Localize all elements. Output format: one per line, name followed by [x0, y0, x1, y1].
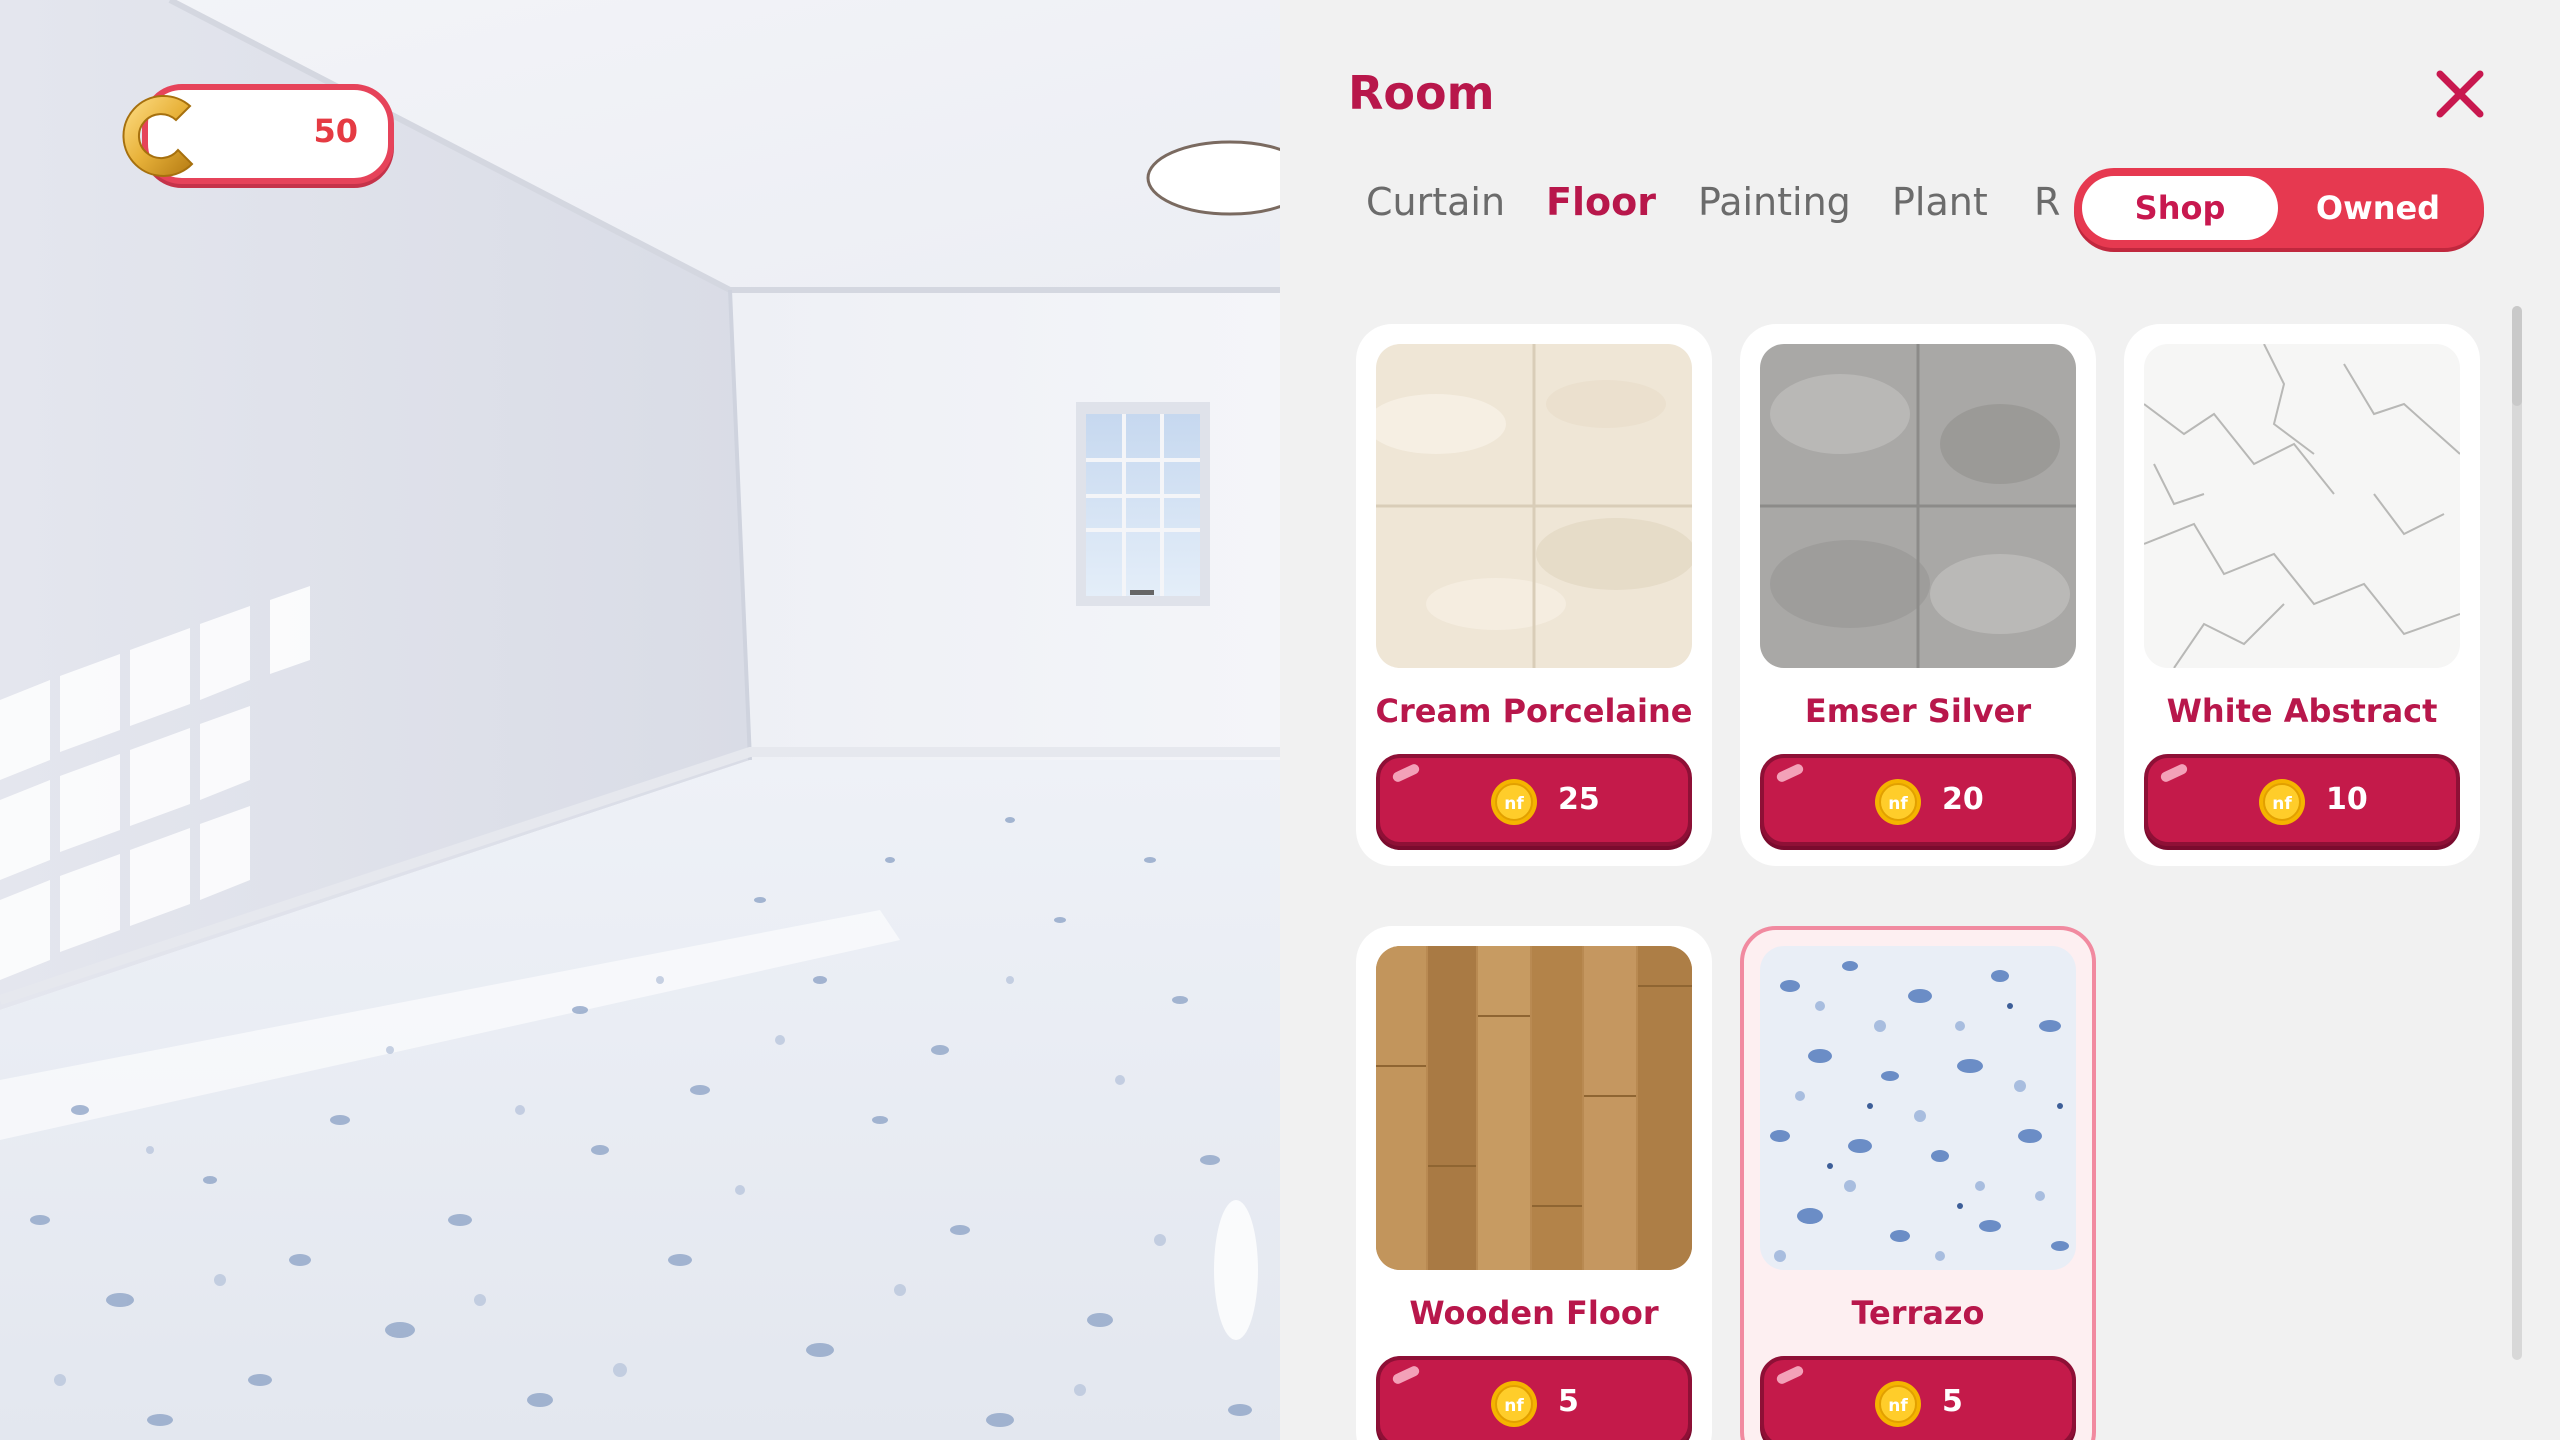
nf-coin-icon: nf	[1491, 1381, 1537, 1427]
item-card[interactable]: Wooden Floor nf 5	[1356, 926, 1712, 1440]
tab-painting[interactable]: Painting	[1698, 180, 1851, 224]
grey-marble-swatch	[1760, 344, 2076, 668]
button-shine	[1775, 762, 1805, 784]
buy-button[interactable]: nf 25	[1376, 754, 1692, 846]
button-shine	[1775, 1364, 1805, 1386]
tab-plant[interactable]: Plant	[1892, 180, 1988, 224]
toggle-shop-option[interactable]: Shop	[2082, 176, 2278, 240]
item-card[interactable]: White Abstract nf 10	[2124, 324, 2480, 866]
nf-coin-icon: nf	[2259, 779, 2305, 825]
buy-button[interactable]: nf 10	[2144, 754, 2460, 846]
buy-button[interactable]: nf 5	[1376, 1356, 1692, 1440]
item-list-scrollbar[interactable]	[2512, 306, 2522, 1360]
nf-coin-icon: nf	[1875, 1381, 1921, 1427]
button-shine	[2159, 762, 2189, 784]
terrazzo-swatch	[1760, 946, 2076, 1270]
white-marble-swatch	[2144, 344, 2460, 668]
coin-icon	[122, 95, 194, 177]
shop-owned-toggle[interactable]: Shop Owned	[2074, 168, 2484, 248]
svg-text:nf: nf	[1888, 1396, 1908, 1416]
toggle-owned-option[interactable]: Owned	[2280, 176, 2476, 240]
nf-coin-icon: nf	[1491, 779, 1537, 825]
close-icon[interactable]	[2432, 66, 2488, 122]
item-name: Cream Porcelaine	[1375, 692, 1693, 730]
buy-button[interactable]: nf 20	[1760, 754, 2076, 846]
item-price: 10	[2326, 782, 2368, 817]
item-price: 5	[1558, 1384, 1579, 1419]
svg-text:nf: nf	[1504, 1396, 1524, 1416]
svg-text:nf: nf	[2272, 794, 2292, 814]
room-render	[0, 0, 1280, 1440]
buy-button[interactable]: nf 5	[1760, 1356, 2076, 1440]
item-card[interactable]: Emser Silver nf 20	[1740, 324, 2096, 866]
item-name: Emser Silver	[1804, 692, 2032, 730]
tab-curtain[interactable]: Curtain	[1366, 180, 1505, 224]
scrollbar-thumb[interactable]	[2512, 306, 2522, 406]
cream-porcelain-swatch	[1376, 344, 1692, 668]
svg-text:nf: nf	[1504, 794, 1524, 814]
room-3d-view[interactable]: 50	[0, 0, 1280, 1440]
nf-coin-icon: nf	[1875, 779, 1921, 825]
item-card-selected[interactable]: Terrazo nf 5	[1740, 926, 2096, 1440]
panel-title: Room	[1348, 66, 1495, 120]
wood-swatch	[1376, 946, 1692, 1270]
button-shine	[1391, 762, 1421, 784]
tab-r-truncated[interactable]: R	[2034, 180, 2060, 224]
item-price: 5	[1942, 1384, 1963, 1419]
item-name: White Abstract	[2166, 692, 2438, 730]
coin-balance-counter: 50	[112, 84, 394, 184]
category-tabs: Curtain Floor Painting Plant R	[1280, 170, 2070, 240]
coin-balance-value: 50	[313, 112, 358, 150]
item-name: Terrazo	[1851, 1294, 1985, 1332]
item-name: Wooden Floor	[1409, 1294, 1659, 1332]
tab-floor[interactable]: Floor	[1546, 180, 1656, 224]
svg-text:nf: nf	[1888, 794, 1908, 814]
item-card[interactable]: Cream Porcelaine nf 25	[1356, 324, 1712, 866]
item-price: 20	[1942, 782, 1984, 817]
item-price: 25	[1558, 782, 1600, 817]
button-shine	[1391, 1364, 1421, 1386]
room-shop-panel: Room Curtain Floor Painting Plant R Shop…	[1280, 0, 2560, 1440]
